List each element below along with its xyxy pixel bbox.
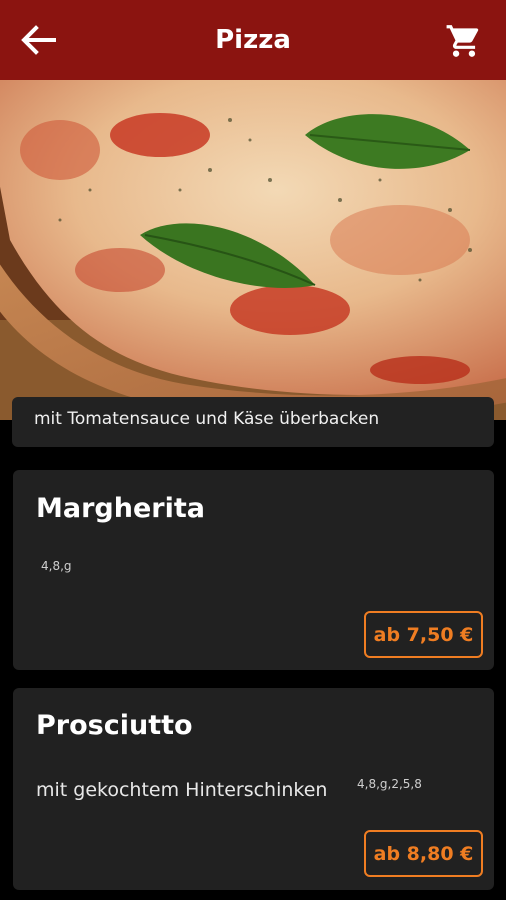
shopping-cart-icon	[446, 25, 479, 57]
back-button[interactable]	[18, 22, 58, 58]
item-price-button[interactable]: ab 8,80 €	[364, 830, 483, 877]
page-title: Pizza	[215, 25, 291, 55]
category-description: mit Tomatensauce und Käse überbacken	[12, 397, 494, 447]
item-description: mit gekochtem Hinterschinken	[36, 779, 328, 801]
item-name: Margherita	[36, 493, 205, 524]
item-allergen-codes: 4,8,g,2,5,8	[357, 777, 422, 791]
arrow-left-icon	[21, 25, 56, 55]
app-header: Pizza	[0, 0, 506, 80]
category-hero-image	[0, 80, 506, 420]
cart-button[interactable]	[444, 22, 484, 60]
menu-item-card[interactable]: Margherita 4,8,g ab 7,50 €	[13, 470, 494, 670]
item-allergen-codes: 4,8,g	[41, 559, 72, 573]
item-price-button[interactable]: ab 7,50 €	[364, 611, 483, 658]
item-name: Prosciutto	[36, 710, 193, 741]
menu-item-card[interactable]: Prosciutto mit gekochtem Hinterschinken …	[13, 688, 494, 890]
